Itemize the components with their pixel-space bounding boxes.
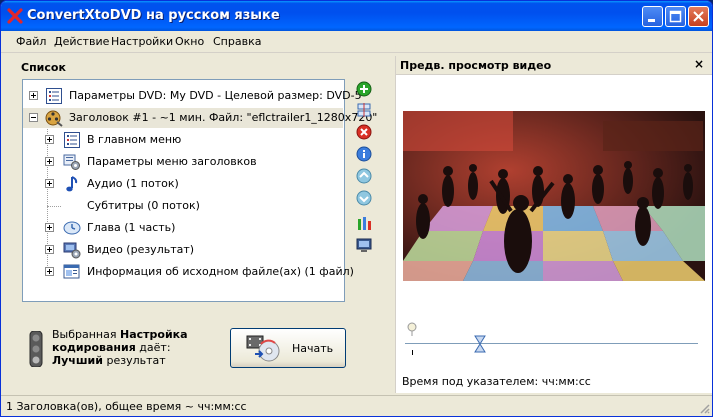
- marker-pin-icon[interactable]: [407, 322, 417, 336]
- info-icon[interactable]: [356, 146, 372, 162]
- tree-row-title-1[interactable]: Заголовок #1 - ~1 мин. Файл: "eflctraile…: [23, 108, 377, 128]
- title-bar[interactable]: ConvertXtoDVD на русском языке: [1, 1, 712, 31]
- collapse-icon[interactable]: [29, 113, 38, 122]
- tree-row-chapters[interactable]: Глава (1 часть): [23, 218, 343, 238]
- preview-title: Предв. просмотр видео: [400, 59, 552, 72]
- tree-label: Глава (1 часть): [87, 221, 176, 234]
- expand-icon[interactable]: [45, 179, 54, 188]
- cursor-time-label: Время под указателем: чч:мм:сс: [402, 375, 591, 388]
- app-window: ConvertXtoDVD на русском языке Файл Дейс…: [0, 0, 713, 417]
- tree-row-source-info[interactable]: Информация об исходном файле(ах) (1 файл…: [23, 262, 354, 282]
- tree-row-subtitles[interactable]: Субтитры (0 поток): [23, 196, 343, 216]
- encoding-profile-note: Выбранная Настройка кодирования даёт: Лу…: [52, 328, 222, 367]
- list-title: Список: [21, 61, 66, 74]
- menu-action[interactable]: Действие: [54, 35, 109, 48]
- tools-icon[interactable]: [356, 215, 372, 231]
- list-settings-icon: [46, 88, 62, 104]
- close-button[interactable]: [688, 6, 709, 27]
- tree-label: Аудио (1 поток): [87, 177, 179, 190]
- close-icon: [693, 11, 704, 22]
- maximize-button[interactable]: [665, 6, 686, 27]
- menu-window[interactable]: Окно: [175, 35, 204, 48]
- video-preview: [403, 111, 705, 281]
- tree-row-title-menu-settings[interactable]: Параметры меню заголовков: [23, 152, 343, 172]
- window-title: ConvertXtoDVD на русском языке: [27, 8, 280, 23]
- expand-icon[interactable]: [45, 267, 54, 276]
- note-bold: Лучший: [52, 354, 103, 367]
- tree-label: Субтитры (0 поток): [87, 199, 200, 212]
- move-down-icon[interactable]: [356, 190, 372, 206]
- preview-close-button[interactable]: ×: [694, 57, 704, 71]
- minimize-icon: [648, 19, 655, 22]
- timeline-track[interactable]: [405, 343, 698, 344]
- expand-icon[interactable]: [45, 245, 54, 254]
- tree-label: В главном меню: [87, 133, 182, 146]
- maximize-icon: [669, 10, 682, 23]
- film-reel-icon: [45, 110, 63, 127]
- menu-file[interactable]: Файл: [16, 35, 46, 48]
- menu-settings-gear-icon: [63, 154, 80, 170]
- tree-row-main-menu[interactable]: В главном меню: [23, 130, 343, 150]
- video-settings-icon: [63, 242, 81, 259]
- tree-label: Параметры меню заголовков: [87, 155, 257, 168]
- monitor-icon[interactable]: [356, 237, 372, 253]
- note-text: результат: [102, 354, 166, 367]
- tree-label: Видео (результат): [87, 243, 195, 256]
- expand-icon[interactable]: [45, 157, 54, 166]
- start-button-label: Начать: [292, 342, 334, 355]
- tree-label: Заголовок #1 - ~1 мин. Файл: "eflctraile…: [69, 111, 378, 124]
- move-up-icon[interactable]: [356, 168, 372, 184]
- resize-grip-icon[interactable]: [698, 402, 710, 414]
- expand-icon[interactable]: [45, 135, 54, 144]
- convert-disc-icon: [246, 335, 280, 362]
- clock-icon: [63, 221, 81, 235]
- menu-help[interactable]: Справка: [213, 35, 261, 48]
- remove-icon[interactable]: [356, 124, 372, 140]
- tree-row-dvd-settings[interactable]: Параметры DVD: My DVD - Целевой размер: …: [23, 86, 362, 106]
- status-bar: 1 Заголовка(ов), общее время ~ чч:мм:сс: [1, 395, 712, 416]
- traffic-light-icon: [29, 331, 43, 367]
- preview-header: Предв. просмотр видео ×: [396, 56, 712, 75]
- menu-settings[interactable]: Настройки: [111, 35, 173, 48]
- source-file-info-icon: [63, 264, 80, 279]
- status-text: 1 Заголовка(ов), общее время ~ чч:мм:сс: [6, 400, 247, 413]
- tree-row-video[interactable]: Видео (результат): [23, 240, 343, 260]
- tree-row-audio[interactable]: Аудио (1 поток): [23, 174, 343, 194]
- add-icon[interactable]: [356, 81, 372, 97]
- minimize-button[interactable]: [642, 6, 663, 27]
- start-button[interactable]: Начать: [230, 328, 346, 368]
- note-text: даёт:: [135, 341, 171, 354]
- project-tree[interactable]: Параметры DVD: My DVD - Целевой размер: …: [22, 79, 377, 302]
- expand-icon[interactable]: [45, 223, 54, 232]
- timeline-tick: [412, 350, 413, 355]
- music-note-icon: [66, 176, 78, 192]
- split-merge-icon[interactable]: [356, 102, 372, 118]
- hourglass-slider-thumb[interactable]: [474, 335, 486, 353]
- tree-label: Параметры DVD: My DVD - Целевой размер: …: [69, 89, 362, 102]
- note-text: Выбранная: [52, 328, 120, 341]
- expand-icon[interactable]: [29, 91, 38, 100]
- list-settings-icon: [64, 132, 80, 148]
- app-logo-icon: [7, 8, 23, 24]
- preview-panel: Предв. просмотр видео × Время под указат…: [395, 56, 712, 393]
- menu-bar: Файл Действие Настройки Окно Справка: [1, 31, 712, 53]
- tree-label: Информация об исходном файле(ах) (1 файл…: [87, 265, 354, 278]
